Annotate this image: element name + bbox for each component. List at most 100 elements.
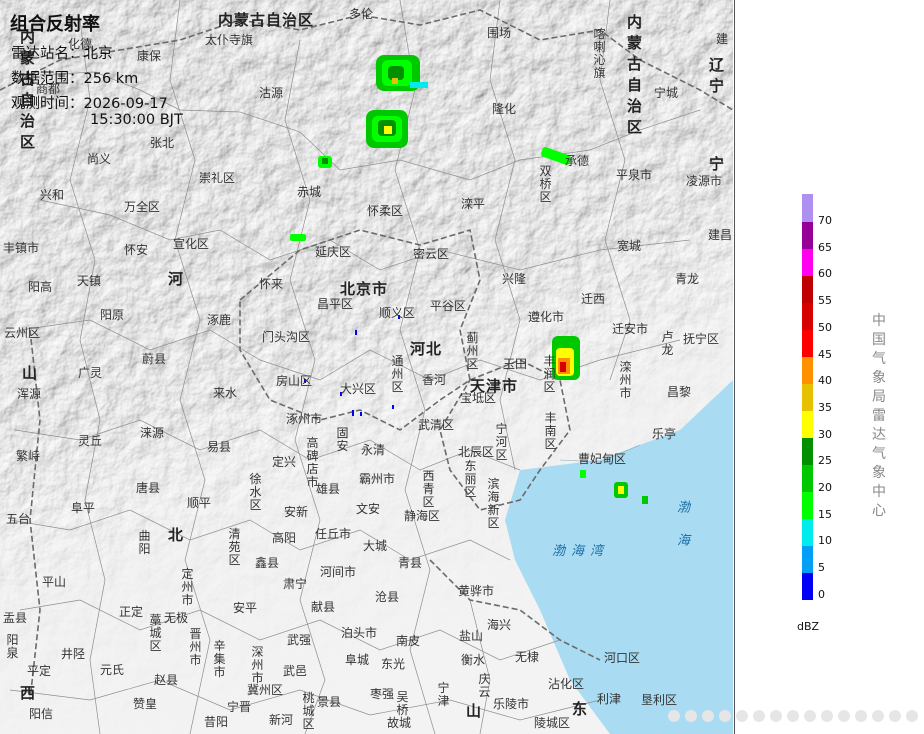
place-label: 张北: [150, 136, 175, 150]
colorbar-segment: [802, 518, 813, 547]
place-label: 冀州区: [247, 683, 284, 697]
place-label: 云州区: [4, 326, 41, 340]
place-label: 宁晋: [227, 700, 252, 714]
place-label: 通州区: [391, 354, 404, 394]
place-label: 来水: [213, 386, 238, 400]
org-label: 中国气象局雷达气象中心: [872, 313, 886, 519]
colorbar-tick-label: 45: [818, 347, 832, 361]
place-label: 东光: [381, 657, 406, 671]
watermark-dot: [889, 710, 901, 722]
time-date: 2026-09-17: [83, 96, 168, 112]
place-label: 隆化: [492, 102, 517, 116]
place-label: 昔阳: [204, 715, 229, 729]
place-label: 海兴: [487, 618, 512, 632]
place-label: 卢龙: [661, 330, 674, 357]
colorbar-segment: [802, 383, 813, 412]
place-label: 新河: [269, 713, 294, 727]
place-label: 玉田: [503, 357, 528, 371]
place-label: 宣化区: [173, 237, 210, 251]
province-label: 北: [168, 526, 185, 544]
place-label: 门头沟区: [262, 330, 311, 344]
place-label: 故城: [387, 716, 412, 730]
place-label: 兴和: [40, 188, 65, 202]
colorbar-segment: [802, 221, 813, 249]
place-label: 昌黎: [667, 385, 692, 399]
watermark-dot: [719, 710, 731, 722]
colorbar-tick-label: 30: [818, 427, 832, 441]
place-label: 南皮: [396, 634, 421, 648]
colorbar-tick-label: 40: [818, 374, 832, 388]
place-label: 井陉: [61, 647, 86, 661]
place-label: 滦州市: [619, 360, 632, 400]
place-label: 房山区: [276, 374, 313, 388]
place-label: 阜城: [345, 653, 370, 667]
place-label: 盂县: [3, 611, 28, 625]
station-label: 雷达站名：: [11, 46, 84, 62]
province-label: 河: [168, 270, 185, 288]
watermark-dot: [702, 710, 714, 722]
place-label: 怀柔区: [367, 204, 404, 218]
place-label: 宝坻区: [460, 391, 497, 405]
place-label: 沽源: [259, 86, 284, 100]
place-label: 遵化市: [528, 310, 565, 324]
place-label: 河口区: [604, 651, 641, 665]
place-label: 昌平区: [317, 297, 354, 311]
place-label: 藁城区: [149, 613, 162, 653]
place-label: 丰镇市: [3, 241, 40, 255]
colorbar-unit: dBZ: [797, 620, 820, 633]
place-label: 建: [716, 32, 729, 46]
place-label: 五台: [6, 512, 31, 526]
watermark-dot: [804, 710, 816, 722]
place-label: 无极: [164, 611, 189, 625]
place-label: 抚宁区: [683, 332, 720, 346]
range-label: 数据范围：: [11, 71, 84, 87]
province-label: 内蒙古自治区: [218, 11, 315, 29]
echo-cell-east: [552, 336, 580, 380]
place-label: 太仆寺旗: [205, 33, 254, 47]
echo-cell-north-2: [366, 110, 408, 148]
echo-cell-north-1: [376, 55, 428, 91]
time-clock: 15:30:00 BJT: [90, 112, 183, 128]
colorbar-segment: [802, 491, 813, 520]
place-label: 献县: [311, 600, 336, 614]
place-label: 大兴区: [340, 382, 377, 396]
place-label: 赤城: [297, 185, 322, 199]
place-label: 宁城: [654, 86, 679, 100]
sea-label: 渤海湾: [552, 544, 610, 559]
place-label: 赞皇: [133, 697, 158, 711]
place-label: 阳泉: [6, 633, 19, 660]
place-label: 景县: [317, 695, 342, 709]
watermark-dot: [855, 710, 867, 722]
place-label: 宁河区: [495, 422, 508, 462]
place-label: 乐陵市: [493, 697, 530, 711]
place-label: 元氏: [100, 663, 125, 677]
dbz-colorbar: [802, 194, 813, 601]
place-label: 盐山: [459, 629, 484, 643]
place-label: 河间市: [320, 565, 357, 579]
place-label: 喀喇沁旗: [593, 27, 606, 80]
place-label: 天镇: [77, 274, 102, 288]
colorbar-segment: [802, 248, 813, 276]
place-label: 武清区: [418, 418, 455, 432]
watermark-dot: [685, 710, 697, 722]
place-label: 唐县: [136, 481, 161, 495]
place-label: 延庆区: [315, 245, 352, 259]
colorbar-tick-label: 65: [818, 240, 832, 254]
province-label: 河北: [410, 340, 443, 358]
place-label: 文安: [356, 502, 381, 516]
place-label: 大城: [363, 539, 388, 553]
colorbar-tick-label: 35: [818, 400, 832, 414]
place-label: 围场: [487, 26, 512, 40]
place-label: 顺平: [187, 496, 212, 510]
place-label: 乐亭: [652, 427, 677, 441]
place-label: 陵城区: [534, 716, 571, 730]
place-label: 平山: [42, 575, 67, 589]
place-label: 滨海新区: [487, 477, 500, 530]
place-label: 正定: [119, 605, 144, 619]
place-label: 青县: [398, 556, 423, 570]
time-row: 观测时间：2026-09-17: [11, 92, 168, 113]
colorbar-tick-label: 20: [818, 481, 832, 494]
place-label: 双桥区: [539, 164, 552, 204]
place-label: 怀来: [259, 277, 284, 291]
place-label: 平定: [27, 664, 52, 678]
